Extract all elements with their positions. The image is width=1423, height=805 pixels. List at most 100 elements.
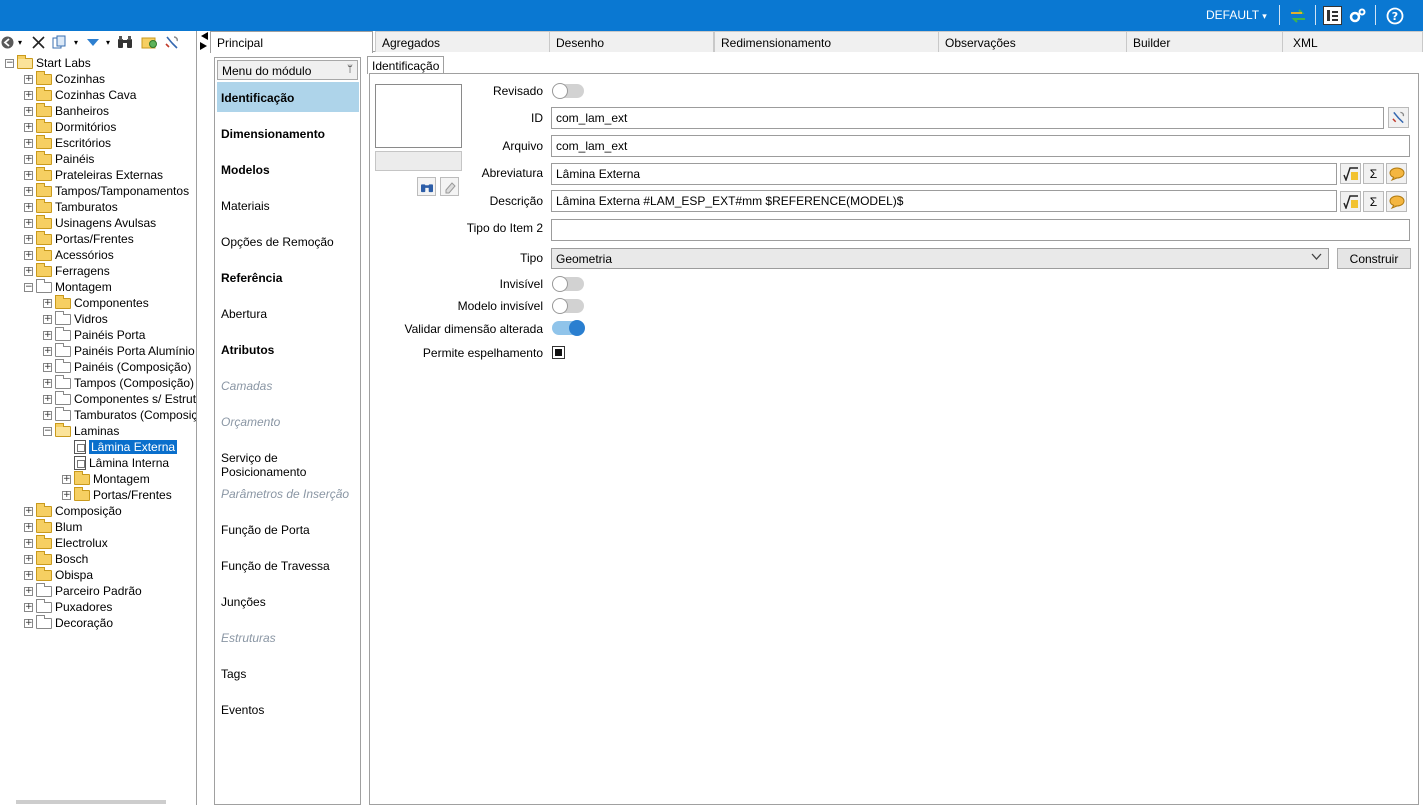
collapse-icon[interactable]: − [5, 58, 14, 68]
tree-item[interactable]: + Painéis (Composição) [43, 358, 191, 375]
module-menu-item[interactable]: Abertura [217, 298, 359, 328]
folder-refresh-icon[interactable] [140, 33, 158, 51]
expand-icon[interactable]: + [24, 138, 33, 148]
tree-item[interactable]: + Banheiros [24, 102, 109, 119]
tab-builder[interactable]: Builder [1126, 31, 1284, 52]
expand-icon[interactable]: + [43, 362, 52, 372]
tree-item[interactable]: + Usinagens Avulsas [24, 214, 156, 231]
expand-icon[interactable]: + [24, 538, 33, 548]
module-menu-item[interactable]: Modelos [217, 154, 359, 184]
abreviatura-comment-button[interactable] [1386, 163, 1407, 184]
tab-agregados[interactable]: Agregados [375, 31, 551, 52]
tree-item[interactable]: + Obispa [24, 566, 93, 583]
tab-desenho[interactable]: Desenho [549, 31, 714, 52]
tree-item[interactable]: Lâmina Interna [74, 455, 169, 471]
expand-icon[interactable]: + [24, 618, 33, 628]
expand-icon[interactable]: + [43, 298, 52, 308]
tree-item[interactable]: + Cozinhas Cava [24, 86, 136, 103]
expand-icon[interactable]: + [24, 202, 33, 212]
tree-item[interactable]: + Decoração [24, 614, 113, 631]
descricao-field[interactable]: Lâmina Externa #LAM_ESP_EXT#mm $REFERENC… [551, 190, 1337, 212]
tree-item[interactable]: + Prateleiras Externas [24, 166, 163, 183]
tree-horizontal-scrollbar[interactable] [16, 800, 166, 804]
expand-icon[interactable]: + [62, 474, 71, 484]
espelhamento-checkbox[interactable] [552, 346, 565, 359]
expand-icon[interactable]: + [24, 266, 33, 276]
expand-icon[interactable]: + [24, 250, 33, 260]
module-menu-item[interactable]: Identificação [217, 82, 359, 112]
tree-item[interactable]: + Tamburatos [24, 198, 118, 215]
abreviatura-field[interactable]: Lâmina Externa [551, 163, 1337, 185]
expand-icon[interactable]: + [24, 602, 33, 612]
tree-item[interactable]: + Montagem [62, 470, 150, 487]
expand-icon[interactable]: + [24, 154, 33, 164]
expand-icon[interactable]: + [24, 90, 33, 100]
abreviatura-formula-button[interactable] [1340, 163, 1361, 184]
tree-item[interactable]: + Vidros [43, 310, 108, 327]
invisivel-toggle[interactable] [552, 276, 584, 292]
back-icon[interactable] [0, 33, 14, 51]
tree-item[interactable]: + Tampos/Tamponamentos [24, 182, 189, 199]
tree-item[interactable]: + Composição [24, 502, 122, 519]
tab-principal[interactable]: Principal [210, 31, 373, 53]
panel-splitter[interactable] [198, 31, 212, 805]
expand-icon[interactable]: + [24, 554, 33, 564]
module-menu-item[interactable]: Referência [217, 262, 359, 292]
expand-icon[interactable]: + [43, 314, 52, 324]
module-menu-item[interactable]: Serviço de Posicionamento [217, 442, 359, 479]
modelo-invisivel-toggle[interactable] [552, 298, 584, 314]
tree-item[interactable]: + Painéis Porta [43, 326, 145, 343]
expand-icon[interactable]: + [43, 394, 52, 404]
descricao-sum-button[interactable]: Σ [1363, 191, 1384, 212]
expand-icon[interactable]: + [62, 490, 71, 500]
copy-icon[interactable] [51, 33, 67, 51]
clear-image-button[interactable] [440, 177, 459, 196]
down-arrow-icon[interactable] [85, 33, 101, 51]
tree-item[interactable]: + Componentes s/ Estrutu [43, 390, 196, 407]
tipo-item2-field[interactable] [551, 219, 1410, 241]
expand-icon[interactable]: + [24, 586, 33, 596]
tree-item[interactable]: + Cozinhas [24, 70, 105, 87]
profile-dropdown[interactable]: DEFAULT ▾ [1206, 8, 1267, 22]
copy-dropdown-icon[interactable]: ▾ [72, 33, 80, 51]
help-icon[interactable]: ? [1385, 6, 1404, 25]
construir-button[interactable]: Construir [1337, 248, 1411, 269]
binoculars-icon[interactable] [116, 33, 134, 51]
tree-item[interactable]: Lâmina Externa [74, 439, 178, 455]
tree-item[interactable]: + Painéis [24, 150, 94, 167]
expand-icon[interactable]: + [43, 330, 52, 340]
exchange-icon[interactable] [1288, 6, 1307, 25]
tree-item[interactable]: + Acessórios [24, 246, 114, 263]
expand-icon[interactable]: + [24, 234, 33, 244]
settings-icon[interactable] [1348, 6, 1367, 25]
tree-item[interactable]: + Escritórios [24, 134, 111, 151]
tree-item[interactable]: + Componentes [43, 294, 149, 311]
tree-item[interactable]: + Ferragens [24, 262, 110, 279]
expand-icon[interactable]: + [43, 410, 52, 420]
module-menu-item[interactable]: Junções [217, 586, 359, 616]
id-tool-button[interactable] [1388, 107, 1409, 128]
module-menu-item[interactable]: Eventos [217, 694, 359, 724]
module-menu-item[interactable]: Tags [217, 658, 359, 688]
tab-observacoes[interactable]: Observações [938, 31, 1128, 52]
module-menu-item[interactable]: Opções de Remoção [217, 226, 359, 256]
list-icon[interactable] [1323, 6, 1342, 25]
pin-icon[interactable]: ᛘ [347, 64, 353, 75]
subtab-identificacao[interactable]: Identificação [367, 56, 445, 74]
expand-icon[interactable]: + [24, 74, 33, 84]
tree-item[interactable]: + Puxadores [24, 598, 112, 615]
back-dropdown-icon[interactable]: ▾ [16, 33, 24, 51]
tree-item[interactable]: − Laminas [43, 422, 119, 439]
down-dropdown-icon[interactable]: ▾ [104, 33, 112, 51]
expand-icon[interactable]: + [24, 170, 33, 180]
tree-item[interactable]: + Portas/Frentes [62, 486, 172, 503]
close-icon[interactable] [30, 33, 46, 51]
expand-icon[interactable]: + [24, 522, 33, 532]
collapse-icon[interactable]: − [24, 282, 33, 292]
module-menu-item[interactable]: Dimensionamento [217, 118, 359, 148]
tree-item[interactable]: + Tamburatos (Composiç [43, 406, 196, 423]
tab-redimensionamento[interactable]: Redimensionamento [714, 31, 940, 52]
descricao-comment-button[interactable] [1386, 191, 1407, 212]
tree-item[interactable]: + Dormitórios [24, 118, 116, 135]
tool-icon[interactable] [163, 33, 181, 51]
